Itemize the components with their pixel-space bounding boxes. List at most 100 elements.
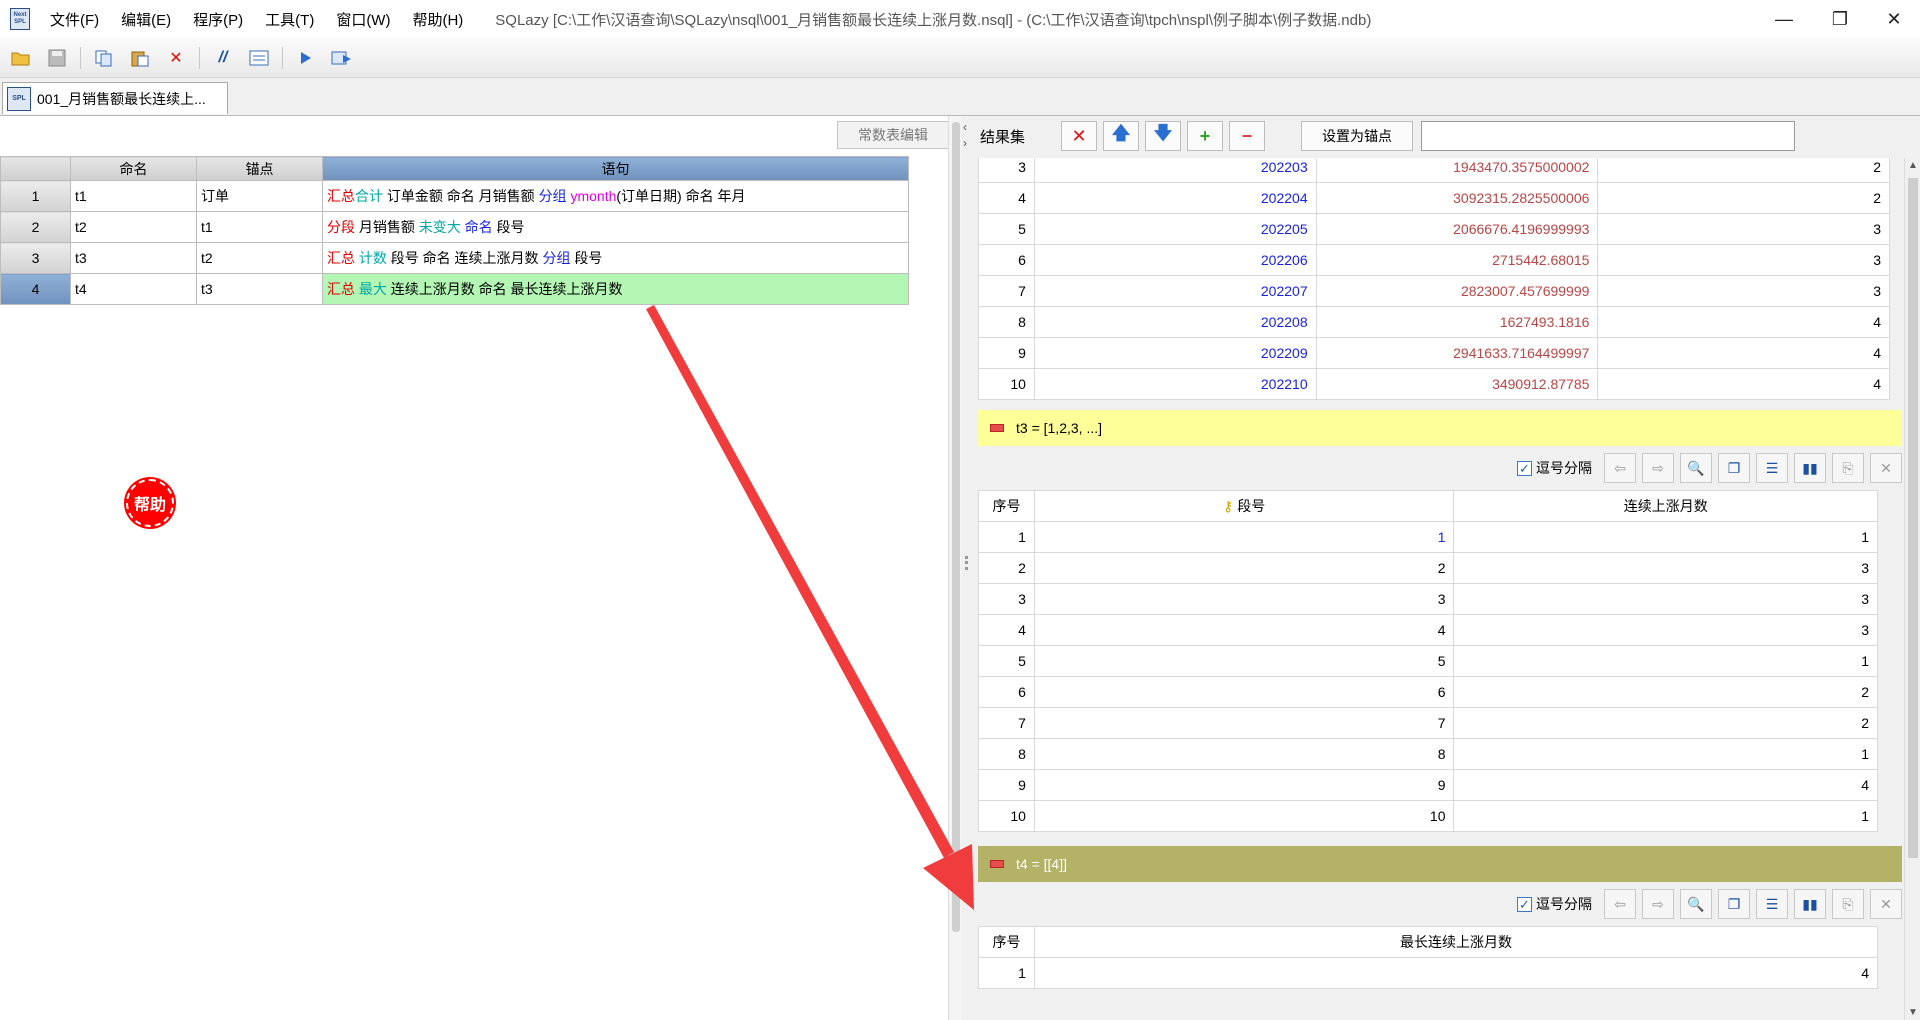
table-row[interactable]: 994 bbox=[978, 769, 1878, 801]
paste-icon[interactable] bbox=[127, 45, 153, 71]
table-view-icon[interactable]: ☰ bbox=[1756, 453, 1788, 483]
document-tab[interactable]: SPL 001_月销售额最长连续上... bbox=[2, 82, 228, 114]
table-row[interactable]: 111 bbox=[978, 521, 1878, 553]
table-row[interactable]: 223 bbox=[978, 552, 1878, 584]
cell-name[interactable]: t3 bbox=[70, 242, 197, 274]
left-scroll-thumb[interactable] bbox=[952, 122, 960, 932]
collapse-icon[interactable] bbox=[990, 860, 1004, 868]
close-grid-icon[interactable]: ✕ bbox=[1870, 889, 1902, 919]
chart-icon[interactable]: ▮▮ bbox=[1794, 453, 1826, 483]
comment-icon[interactable]: // bbox=[210, 45, 236, 71]
comma-checkbox[interactable]: ✓ bbox=[1517, 896, 1532, 912]
forward-icon[interactable]: ⇨ bbox=[1642, 453, 1674, 483]
move-up-icon[interactable]: 🡅 bbox=[1103, 121, 1140, 151]
scroll-down-icon[interactable]: ▼ bbox=[1908, 1007, 1918, 1018]
table-row[interactable]: 551 bbox=[978, 645, 1878, 677]
cell-expr[interactable]: 汇总合计 订单金额 命名 月销售额 分组 ymonth(订单日期) 命名 年月 bbox=[322, 180, 909, 212]
t3-result-band[interactable]: t3 = [1,2,3, ...] bbox=[978, 410, 1902, 446]
table-row[interactable]: 333 bbox=[978, 583, 1878, 615]
table-row[interactable]: 662 bbox=[978, 676, 1878, 708]
menu-edit[interactable]: 编辑(E) bbox=[121, 9, 171, 30]
table-row[interactable]: 10 202210 3490912.87785 4 bbox=[978, 368, 1890, 400]
form-icon[interactable] bbox=[246, 45, 272, 71]
cell-anchor[interactable]: t1 bbox=[196, 211, 323, 243]
row-number[interactable]: 2 bbox=[0, 211, 71, 243]
menu-program[interactable]: 程序(P) bbox=[193, 9, 243, 30]
panel-splitter[interactable]: ‹ › bbox=[962, 116, 972, 1020]
copy-icon[interactable]: ❐ bbox=[1718, 453, 1750, 483]
table-row[interactable]: 14 bbox=[978, 957, 1879, 989]
t4-result-band[interactable]: t4 = [[4]] bbox=[978, 846, 1902, 882]
clear-result-button[interactable]: ✕ bbox=[1061, 121, 1098, 151]
help-button[interactable]: 帮助 bbox=[126, 479, 174, 527]
back-icon[interactable]: ⇦ bbox=[1604, 889, 1636, 919]
export-icon[interactable]: ⎘ bbox=[1832, 453, 1864, 483]
collapse-icon[interactable] bbox=[990, 424, 1004, 432]
cell-anchor[interactable]: t3 bbox=[196, 273, 323, 305]
menu-file[interactable]: 文件(F) bbox=[50, 9, 99, 30]
constants-edit-button[interactable]: 常数表编辑 bbox=[837, 121, 949, 149]
remove-icon[interactable]: − bbox=[1229, 121, 1266, 151]
row-number[interactable]: 3 bbox=[0, 242, 71, 274]
comma-checkbox[interactable]: ✓ bbox=[1517, 460, 1532, 476]
left-scrollbar[interactable] bbox=[948, 116, 962, 1020]
table-row[interactable]: 10 10 1 bbox=[978, 800, 1878, 832]
menu-window[interactable]: 窗口(W) bbox=[336, 9, 390, 30]
cell-anchor[interactable]: t2 bbox=[196, 242, 323, 274]
menu-help[interactable]: 帮助(H) bbox=[412, 9, 463, 30]
copy-icon[interactable]: ❐ bbox=[1718, 889, 1750, 919]
forward-icon[interactable]: ⇨ bbox=[1642, 889, 1674, 919]
save-icon[interactable] bbox=[44, 45, 70, 71]
table-row[interactable]: 881 bbox=[978, 738, 1878, 770]
cell-anchor[interactable]: 订单 bbox=[196, 180, 323, 212]
close-button[interactable]: ✕ bbox=[1866, 0, 1920, 38]
result-scroll-thumb[interactable] bbox=[1908, 178, 1918, 858]
collapse-right-icon[interactable]: › bbox=[963, 136, 967, 150]
table-row[interactable]: 3 202203 1943470.3575000002 2 bbox=[978, 158, 1890, 183]
table-row[interactable]: 6 202206 2715442.68015 3 bbox=[978, 244, 1890, 276]
menu-tools[interactable]: 工具(T) bbox=[265, 9, 314, 30]
statement-row[interactable]: 3 t3 t2 汇总 计数 段号 命名 连续上涨月数 分组 段号 bbox=[0, 242, 909, 274]
table-row[interactable]: 4 202204 3092315.2825500006 2 bbox=[978, 182, 1890, 214]
close-grid-icon[interactable]: ✕ bbox=[1870, 453, 1902, 483]
header-seg[interactable]: ⚷ 段号 bbox=[1033, 490, 1455, 522]
scroll-up-icon[interactable]: ▲ bbox=[1908, 160, 1918, 171]
open-folder-icon[interactable] bbox=[8, 45, 34, 71]
splitter-grip-icon[interactable] bbox=[965, 556, 968, 570]
cell-name[interactable]: t4 bbox=[70, 273, 197, 305]
minimize-button[interactable]: — bbox=[1756, 0, 1812, 38]
move-down-icon[interactable]: 🡇 bbox=[1145, 121, 1182, 151]
maximize-button[interactable]: ❐ bbox=[1812, 0, 1868, 38]
delete-icon[interactable]: ✕ bbox=[163, 45, 189, 71]
header-count[interactable]: 连续上涨月数 bbox=[1453, 490, 1878, 522]
table-row[interactable]: 9 202209 2941633.7164499997 4 bbox=[978, 337, 1890, 369]
zoom-icon[interactable]: 🔍 bbox=[1680, 889, 1712, 919]
step-run-icon[interactable] bbox=[329, 45, 355, 71]
table-row[interactable]: 772 bbox=[978, 707, 1878, 739]
cell-expr[interactable]: 分段 月销售额 未变大 命名 段号 bbox=[322, 211, 909, 243]
statement-row-selected[interactable]: 4 t4 t3 汇总 最大 连续上涨月数 命名 最长连续上涨月数 bbox=[0, 273, 909, 305]
table-row[interactable]: 7 202207 2823007.457699999 3 bbox=[978, 275, 1890, 307]
result-scrollbar[interactable]: ▲ ▼ bbox=[1904, 158, 1920, 1020]
cell-expr[interactable]: 汇总 最大 连续上涨月数 命名 最长连续上涨月数 bbox=[322, 273, 909, 305]
anchor-input[interactable] bbox=[1421, 121, 1796, 151]
add-icon[interactable]: + bbox=[1187, 121, 1224, 151]
back-icon[interactable]: ⇦ bbox=[1604, 453, 1636, 483]
table-row[interactable]: 8 202208 1627493.1816 4 bbox=[978, 306, 1890, 338]
table-row[interactable]: 5 202205 2066676.4196999993 3 bbox=[978, 213, 1890, 245]
cell-name[interactable]: t2 bbox=[70, 211, 197, 243]
table-row[interactable]: 443 bbox=[978, 614, 1878, 646]
export-icon[interactable]: ⎘ bbox=[1832, 889, 1864, 919]
statement-row[interactable]: 2 t2 t1 分段 月销售额 未变大 命名 段号 bbox=[0, 211, 909, 243]
copy-icon[interactable] bbox=[91, 45, 117, 71]
cell-expr[interactable]: 汇总 计数 段号 命名 连续上涨月数 分组 段号 bbox=[322, 242, 909, 274]
collapse-left-icon[interactable]: ‹ bbox=[963, 120, 967, 134]
chart-icon[interactable]: ▮▮ bbox=[1794, 889, 1826, 919]
zoom-icon[interactable]: 🔍 bbox=[1680, 453, 1712, 483]
row-number[interactable]: 4 bbox=[0, 273, 71, 305]
statement-row[interactable]: 1 t1 订单 汇总合计 订单金额 命名 月销售额 分组 ymonth(订单日期… bbox=[0, 180, 909, 212]
row-number[interactable]: 1 bbox=[0, 180, 71, 212]
header-max[interactable]: 最长连续上涨月数 bbox=[1033, 926, 1879, 958]
run-icon[interactable] bbox=[293, 45, 319, 71]
table-view-icon[interactable]: ☰ bbox=[1756, 889, 1788, 919]
